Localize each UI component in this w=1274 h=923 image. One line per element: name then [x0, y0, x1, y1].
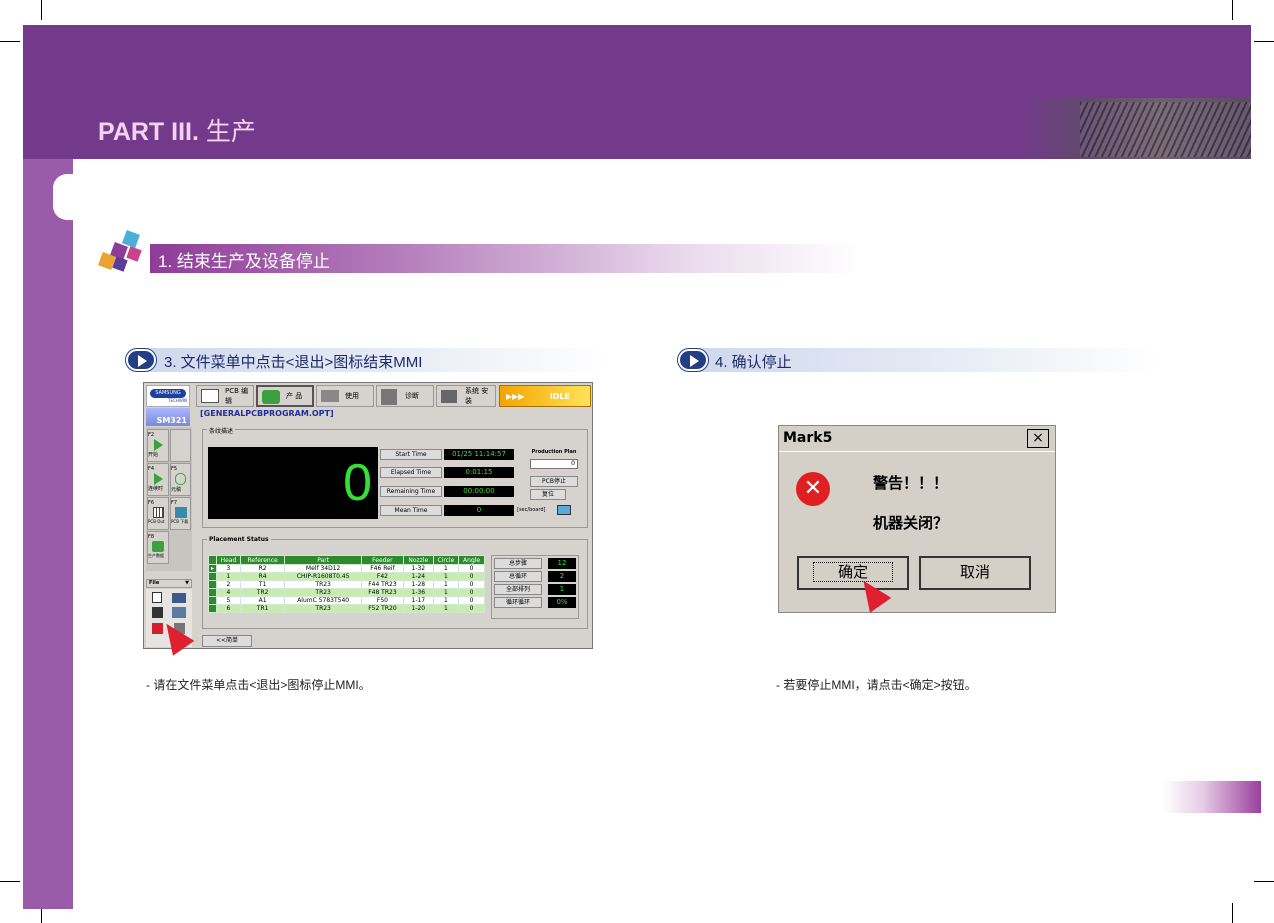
start-time-value: 01/25 11:14:57: [444, 449, 514, 460]
continuous-button[interactable]: F4 连续时: [147, 463, 169, 496]
elapsed-time-label: Elapsed Time: [380, 467, 442, 478]
tab-pcb-edit[interactable]: PCB 编辑: [196, 385, 254, 407]
stat-label: 总步骤: [494, 558, 542, 569]
stats-panel: 总步骤 12 总循环 2 全部排列 1 循环循环 0%: [491, 555, 579, 619]
new-file-icon[interactable]: [152, 592, 162, 603]
production-data-button[interactable]: F8 生产数据: [147, 531, 169, 564]
file-menu-header[interactable]: File ▼: [146, 579, 192, 588]
step3-title: 3. 文件菜单中点击<退出>图标结束MMI: [164, 354, 423, 371]
part-title: PART III. 生产: [98, 118, 256, 146]
save-icon[interactable]: [152, 607, 163, 618]
stat-value: 2: [548, 571, 576, 582]
play-icon: [678, 349, 708, 371]
table-row[interactable]: 1 R4 CHIP-R1608T0.45 F42 1-24 1 0: [208, 572, 485, 581]
header-strip: [53, 174, 1251, 220]
stat-value: 0%: [548, 597, 576, 608]
column-header: [208, 555, 217, 565]
samsung-logo: SAMSUNG TECHWIN: [146, 385, 190, 407]
network-icon[interactable]: [172, 607, 186, 618]
column-header: Reference: [239, 555, 286, 565]
dialog-message: 机器关闭？: [873, 514, 949, 532]
circuit-board-texture: [1080, 102, 1251, 157]
pcb-stop-button[interactable]: PCB停止: [530, 476, 578, 487]
column-header: Head: [216, 555, 241, 565]
play-icon: [126, 349, 156, 371]
stat-label: 全部排列: [494, 584, 542, 595]
cubes-icon: [98, 228, 154, 276]
mmi-screenshot: SAMSUNG TECHWIN SM321 PCB 编辑 产 品 使用 诊断 系…: [143, 382, 593, 656]
diagnostics-icon: [381, 389, 397, 405]
remaining-time-label: Remaining Time: [380, 486, 442, 497]
element-button[interactable]: F5 元稿: [170, 463, 191, 496]
stat-value: 12: [548, 558, 576, 569]
function-panel: F2 开始 F4 连续时 F5 元稿 F6 PCB Out F7 PCB 下载 F8 生产数…: [146, 427, 192, 571]
model-label: SM321: [146, 408, 190, 426]
column-header: Feeder: [360, 555, 404, 565]
step4-description: - 若要停止MMI，请点击<确定>按钮。: [776, 678, 977, 692]
production-plan-input[interactable]: 0: [530, 459, 578, 469]
column-header: Nozzle: [402, 555, 434, 565]
error-icon: ✕: [796, 472, 830, 506]
pcb-icon: [201, 389, 219, 403]
refresh-icon[interactable]: [557, 505, 571, 515]
status-indicator: ▶▶▶ IDLE: [499, 385, 591, 407]
table-row[interactable]: 6 TR1 TR23 F52 TR20 1-20 1 0: [208, 604, 485, 613]
mean-time-value: 0: [444, 505, 514, 516]
production-counter: 0: [208, 447, 378, 519]
product-icon: [262, 390, 280, 404]
table-row[interactable]: 4 TR2 TR23 F48 TR23 1-36 1 0: [208, 588, 485, 597]
mean-time-label: Mean Time: [380, 505, 442, 516]
step-play-icon: [154, 473, 163, 485]
ok-button[interactable]: 确定: [797, 556, 909, 590]
production-plan-label: Production Plan: [531, 449, 577, 455]
table-row[interactable]: ▸ 3 R2 Melf 34D12 F46 Reif 1-32 1 0: [208, 564, 485, 573]
cancel-button[interactable]: 取消: [919, 556, 1031, 590]
tab-diagnostics[interactable]: 诊断: [376, 385, 434, 407]
column-header: Circle: [432, 555, 460, 565]
disabled-button: [170, 429, 191, 462]
use-icon: [321, 390, 339, 402]
table-row[interactable]: 5 A1 AlumC 5783T540 F50 1-17 1 0: [208, 596, 485, 605]
data-icon: [152, 541, 164, 552]
play-icon: [154, 439, 163, 451]
element-icon: [175, 473, 186, 485]
pcb-out-button[interactable]: F6 PCB Out: [147, 497, 169, 530]
start-button[interactable]: F2 开始: [147, 429, 169, 462]
column-header: Part: [284, 555, 362, 565]
elapsed-time-value: 0:01:15: [444, 467, 514, 478]
step3-description: - 请在文件菜单点击<退出>图标停止MMI。: [146, 678, 371, 692]
page-number-tab: [1163, 781, 1261, 813]
step4-title: 4. 确认停止: [715, 354, 792, 371]
dialog-title: Mark5: [783, 430, 833, 446]
section-title: 1. 结束生产及设备停止: [158, 252, 330, 271]
tab-system-setup[interactable]: 系统 安装: [436, 385, 496, 407]
grid-icon: [152, 507, 164, 518]
header-tab: [1064, 159, 1251, 175]
confirm-dialog: Mark5 × ✕ 警告！！！ 机器关闭？ 确定 取消: [778, 425, 1056, 613]
download-icon: [174, 507, 187, 518]
remaining-time-value: 00:00:00: [444, 486, 514, 497]
pcb-download-button[interactable]: F7 PCB 下载: [170, 497, 191, 530]
stat-label: 总循环: [494, 571, 542, 582]
dialog-warning: 警告！！！: [873, 474, 949, 492]
stat-label: 循环循环: [494, 597, 542, 608]
program-name: [GENERALPCBPROGRAM.OPT]: [200, 409, 334, 418]
column-header: Angle: [458, 555, 485, 565]
close-icon[interactable]: ×: [1027, 429, 1049, 448]
simple-mode-button[interactable]: <<简单: [202, 635, 252, 647]
tab-product[interactable]: 产 品: [256, 385, 314, 407]
reset-button[interactable]: 复位: [530, 489, 566, 500]
mean-time-unit: [sec/board]: [517, 507, 546, 513]
tab-use[interactable]: 使用: [316, 385, 374, 407]
stat-value: 1: [548, 584, 576, 595]
table-row[interactable]: 2 T1 TR23 F44 TR23 1-28 1 0: [208, 580, 485, 589]
system-icon: [441, 390, 457, 403]
placement-table: Head Reference Part Feeder Nozzle Circle…: [208, 555, 485, 613]
start-time-label: Start Time: [380, 449, 442, 460]
left-sidebar-bar: [23, 159, 73, 909]
open-folder-icon[interactable]: [172, 593, 186, 603]
dialog-divider: [779, 451, 1055, 452]
